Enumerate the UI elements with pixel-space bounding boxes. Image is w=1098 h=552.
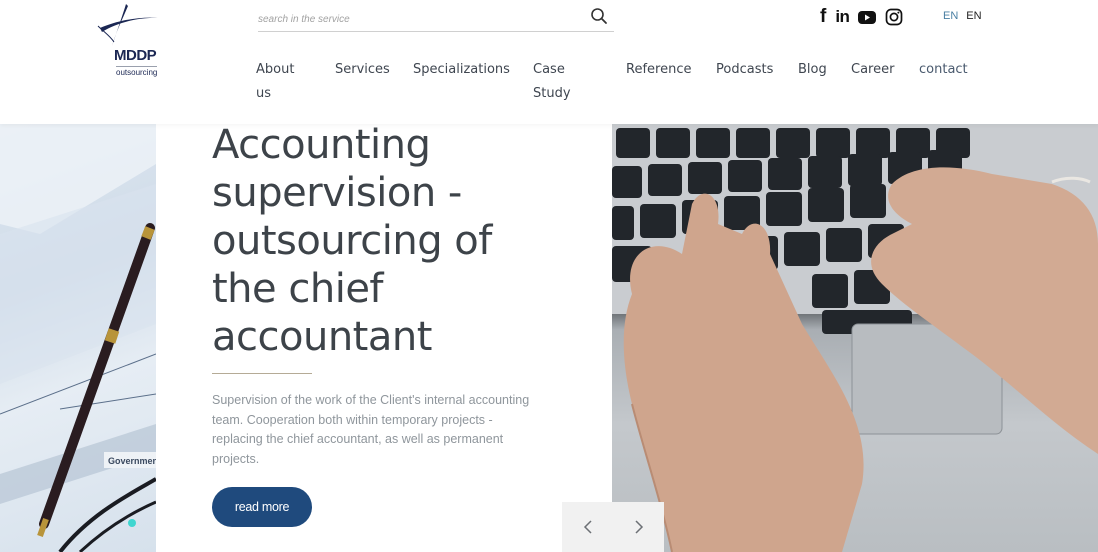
nav-item-blog[interactable]: Blog bbox=[798, 58, 827, 82]
hero-description: Supervision of the work of the Client's … bbox=[212, 393, 530, 466]
instagram-icon[interactable] bbox=[885, 8, 903, 26]
site-header: MDDP outsourcing f in EN EN Aboutus Serv… bbox=[0, 0, 1098, 124]
nav-item-contact[interactable]: contact bbox=[919, 58, 968, 82]
document-heading-text: Governmen bbox=[108, 456, 156, 466]
slider-controls bbox=[562, 502, 664, 552]
title-divider bbox=[212, 373, 312, 374]
linkedin-icon[interactable]: in bbox=[835, 7, 850, 27]
logo[interactable]: MDDP outsourcing bbox=[96, 2, 168, 78]
nav-item-reference[interactable]: Reference bbox=[626, 58, 691, 82]
nav-item-podcasts[interactable]: Podcasts bbox=[716, 58, 773, 82]
pen-documents-illustration: Governmen bbox=[0, 124, 156, 552]
logo-text: MDDP bbox=[114, 47, 157, 64]
chevron-right-icon bbox=[634, 520, 643, 534]
logo-swoosh-icon bbox=[97, 4, 160, 46]
nav-item-services[interactable]: Services bbox=[335, 58, 390, 82]
keyboard-hands-illustration bbox=[612, 124, 1098, 552]
search-bar bbox=[258, 4, 614, 32]
logo-tagline: outsourcing bbox=[116, 66, 158, 77]
hero-right-image bbox=[612, 124, 1098, 552]
slider-next-button[interactable] bbox=[613, 502, 664, 552]
nav-item-about-us[interactable]: About us bbox=[256, 58, 294, 106]
facebook-icon[interactable]: f bbox=[820, 6, 826, 28]
social-links: f in bbox=[820, 6, 903, 28]
hero-slider: Governmen Accounting supervision - outso… bbox=[0, 122, 1098, 552]
nav-item-case-study[interactable]: Case Study bbox=[533, 58, 571, 106]
hero-left-image: Governmen bbox=[0, 124, 156, 552]
read-more-button[interactable]: read more bbox=[212, 487, 312, 527]
language-option-active[interactable]: EN bbox=[943, 10, 958, 22]
search-icon[interactable] bbox=[590, 7, 608, 25]
youtube-icon[interactable] bbox=[858, 10, 877, 24]
slider-prev-button[interactable] bbox=[562, 502, 613, 552]
hero-content: Accounting supervision - outsourcing of … bbox=[212, 122, 592, 527]
nav-item-specializations[interactable]: Specializations bbox=[413, 58, 510, 82]
search-input[interactable] bbox=[258, 8, 578, 30]
chevron-left-icon bbox=[583, 520, 592, 534]
nav-item-career[interactable]: Career bbox=[851, 58, 894, 82]
language-option[interactable]: EN bbox=[966, 10, 981, 22]
language-switcher: EN EN bbox=[943, 10, 982, 22]
hero-title: Accounting supervision - outsourcing of … bbox=[212, 122, 492, 360]
